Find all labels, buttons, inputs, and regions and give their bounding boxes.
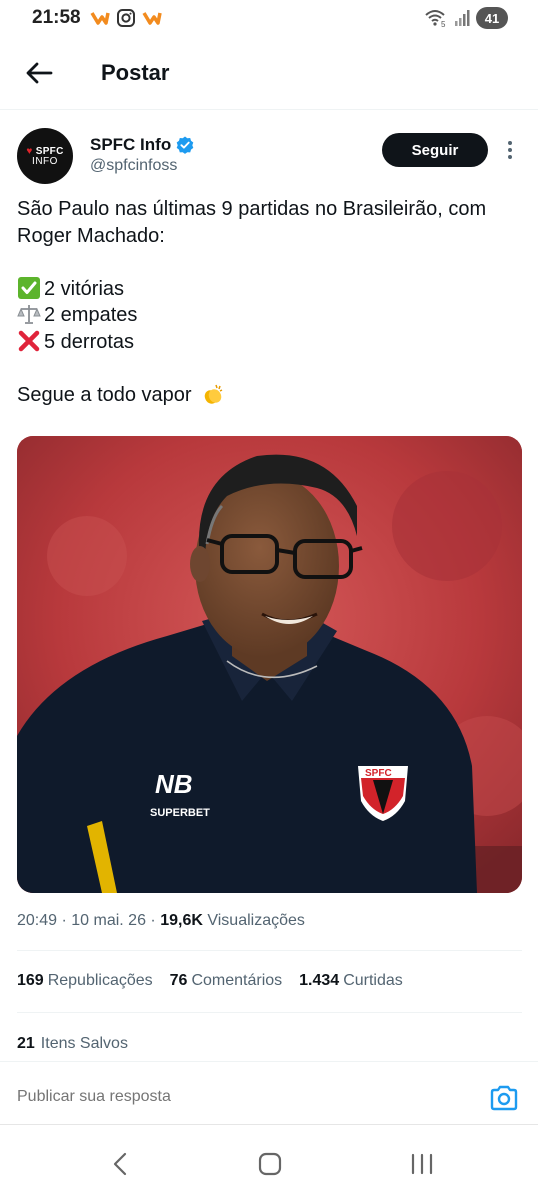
svg-text:5: 5 <box>441 20 446 28</box>
top-header: Postar <box>0 40 538 110</box>
app-notification-icon <box>142 12 162 25</box>
tweet-date: 10 mai. 26 <box>71 912 146 929</box>
nav-home-icon[interactable] <box>255 1151 285 1177</box>
likes-stat[interactable]: 1.434 Curtidas <box>299 972 403 990</box>
svg-text:NB: NB <box>155 769 193 799</box>
views-count: 19,6K <box>160 912 203 929</box>
badge-text: SPFC <box>365 768 392 779</box>
shirt-sponsor-text: SUPERBET <box>150 807 210 819</box>
author-handle[interactable]: @spfcinfoss <box>90 157 177 175</box>
reply-bar <box>0 1061 538 1123</box>
engagement-stats: 169 Republicações 76 Comentários 1.434 Curt… <box>17 972 403 990</box>
instagram-icon <box>117 9 135 27</box>
nav-recents-icon[interactable] <box>407 1151 437 1177</box>
saved-stat[interactable]: 21 Itens Salvos <box>17 1035 128 1053</box>
avatar-subtext: INFO <box>32 155 58 167</box>
battery-icon: 41 <box>476 7 508 29</box>
tweet-text: São Paulo nas últimas 9 partidas no Bras… <box>17 196 522 408</box>
check-mark-icon <box>18 276 40 299</box>
page-title: Postar <box>101 60 170 85</box>
comments-stat[interactable]: 76 Comentários <box>170 972 283 990</box>
tweet-closing: Segue a todo vapor <box>17 383 192 406</box>
wifi-icon: 5 <box>425 10 446 28</box>
avatar[interactable]: ♥ SPFC INFO <box>17 128 73 184</box>
notification-icons <box>90 9 162 27</box>
tweet-meta: 20:49 · 10 mai. 26 · 19,6K Visualizações <box>17 912 305 929</box>
divider <box>17 950 522 951</box>
arrow-left-icon[interactable] <box>22 56 56 90</box>
verified-badge-icon <box>176 136 194 154</box>
system-icons: 5 41 <box>424 7 508 29</box>
reply-input[interactable] <box>17 1088 417 1106</box>
tweet-stat-losses: 5 derrotas <box>44 330 135 353</box>
status-bar: 21:58 5 41 <box>0 0 538 38</box>
author-name[interactable]: SPFC Info <box>90 135 194 155</box>
tweet-time: 20:49 <box>17 912 58 929</box>
app-notification-icon <box>90 12 110 25</box>
tweet-stat-wins: 2 vitórias <box>44 277 125 300</box>
signal-icon <box>455 10 470 26</box>
more-options-icon[interactable] <box>500 138 520 162</box>
coach-photo-illustration: NB SUPERBET SPFC <box>17 436 522 893</box>
system-nav-bar <box>0 1124 538 1199</box>
scales-icon <box>17 305 41 324</box>
status-time: 21:58 <box>32 7 81 28</box>
camera-icon[interactable] <box>489 1084 519 1112</box>
tweet-intro: São Paulo nas últimas 9 partidas no Bras… <box>17 198 487 247</box>
tweet-stat-draws: 2 empates <box>44 304 138 326</box>
views-label: Visualizações <box>207 912 305 929</box>
tweet-photo[interactable]: NB SUPERBET SPFC <box>17 436 522 893</box>
divider <box>17 1012 522 1013</box>
clapping-hands-icon <box>204 384 223 404</box>
nav-back-icon[interactable] <box>105 1151 135 1177</box>
follow-button[interactable]: Seguir <box>382 133 488 167</box>
cross-mark-icon <box>18 330 40 351</box>
author-name-text: SPFC Info <box>90 135 172 154</box>
reposts-stat[interactable]: 169 Republicações <box>17 972 153 990</box>
